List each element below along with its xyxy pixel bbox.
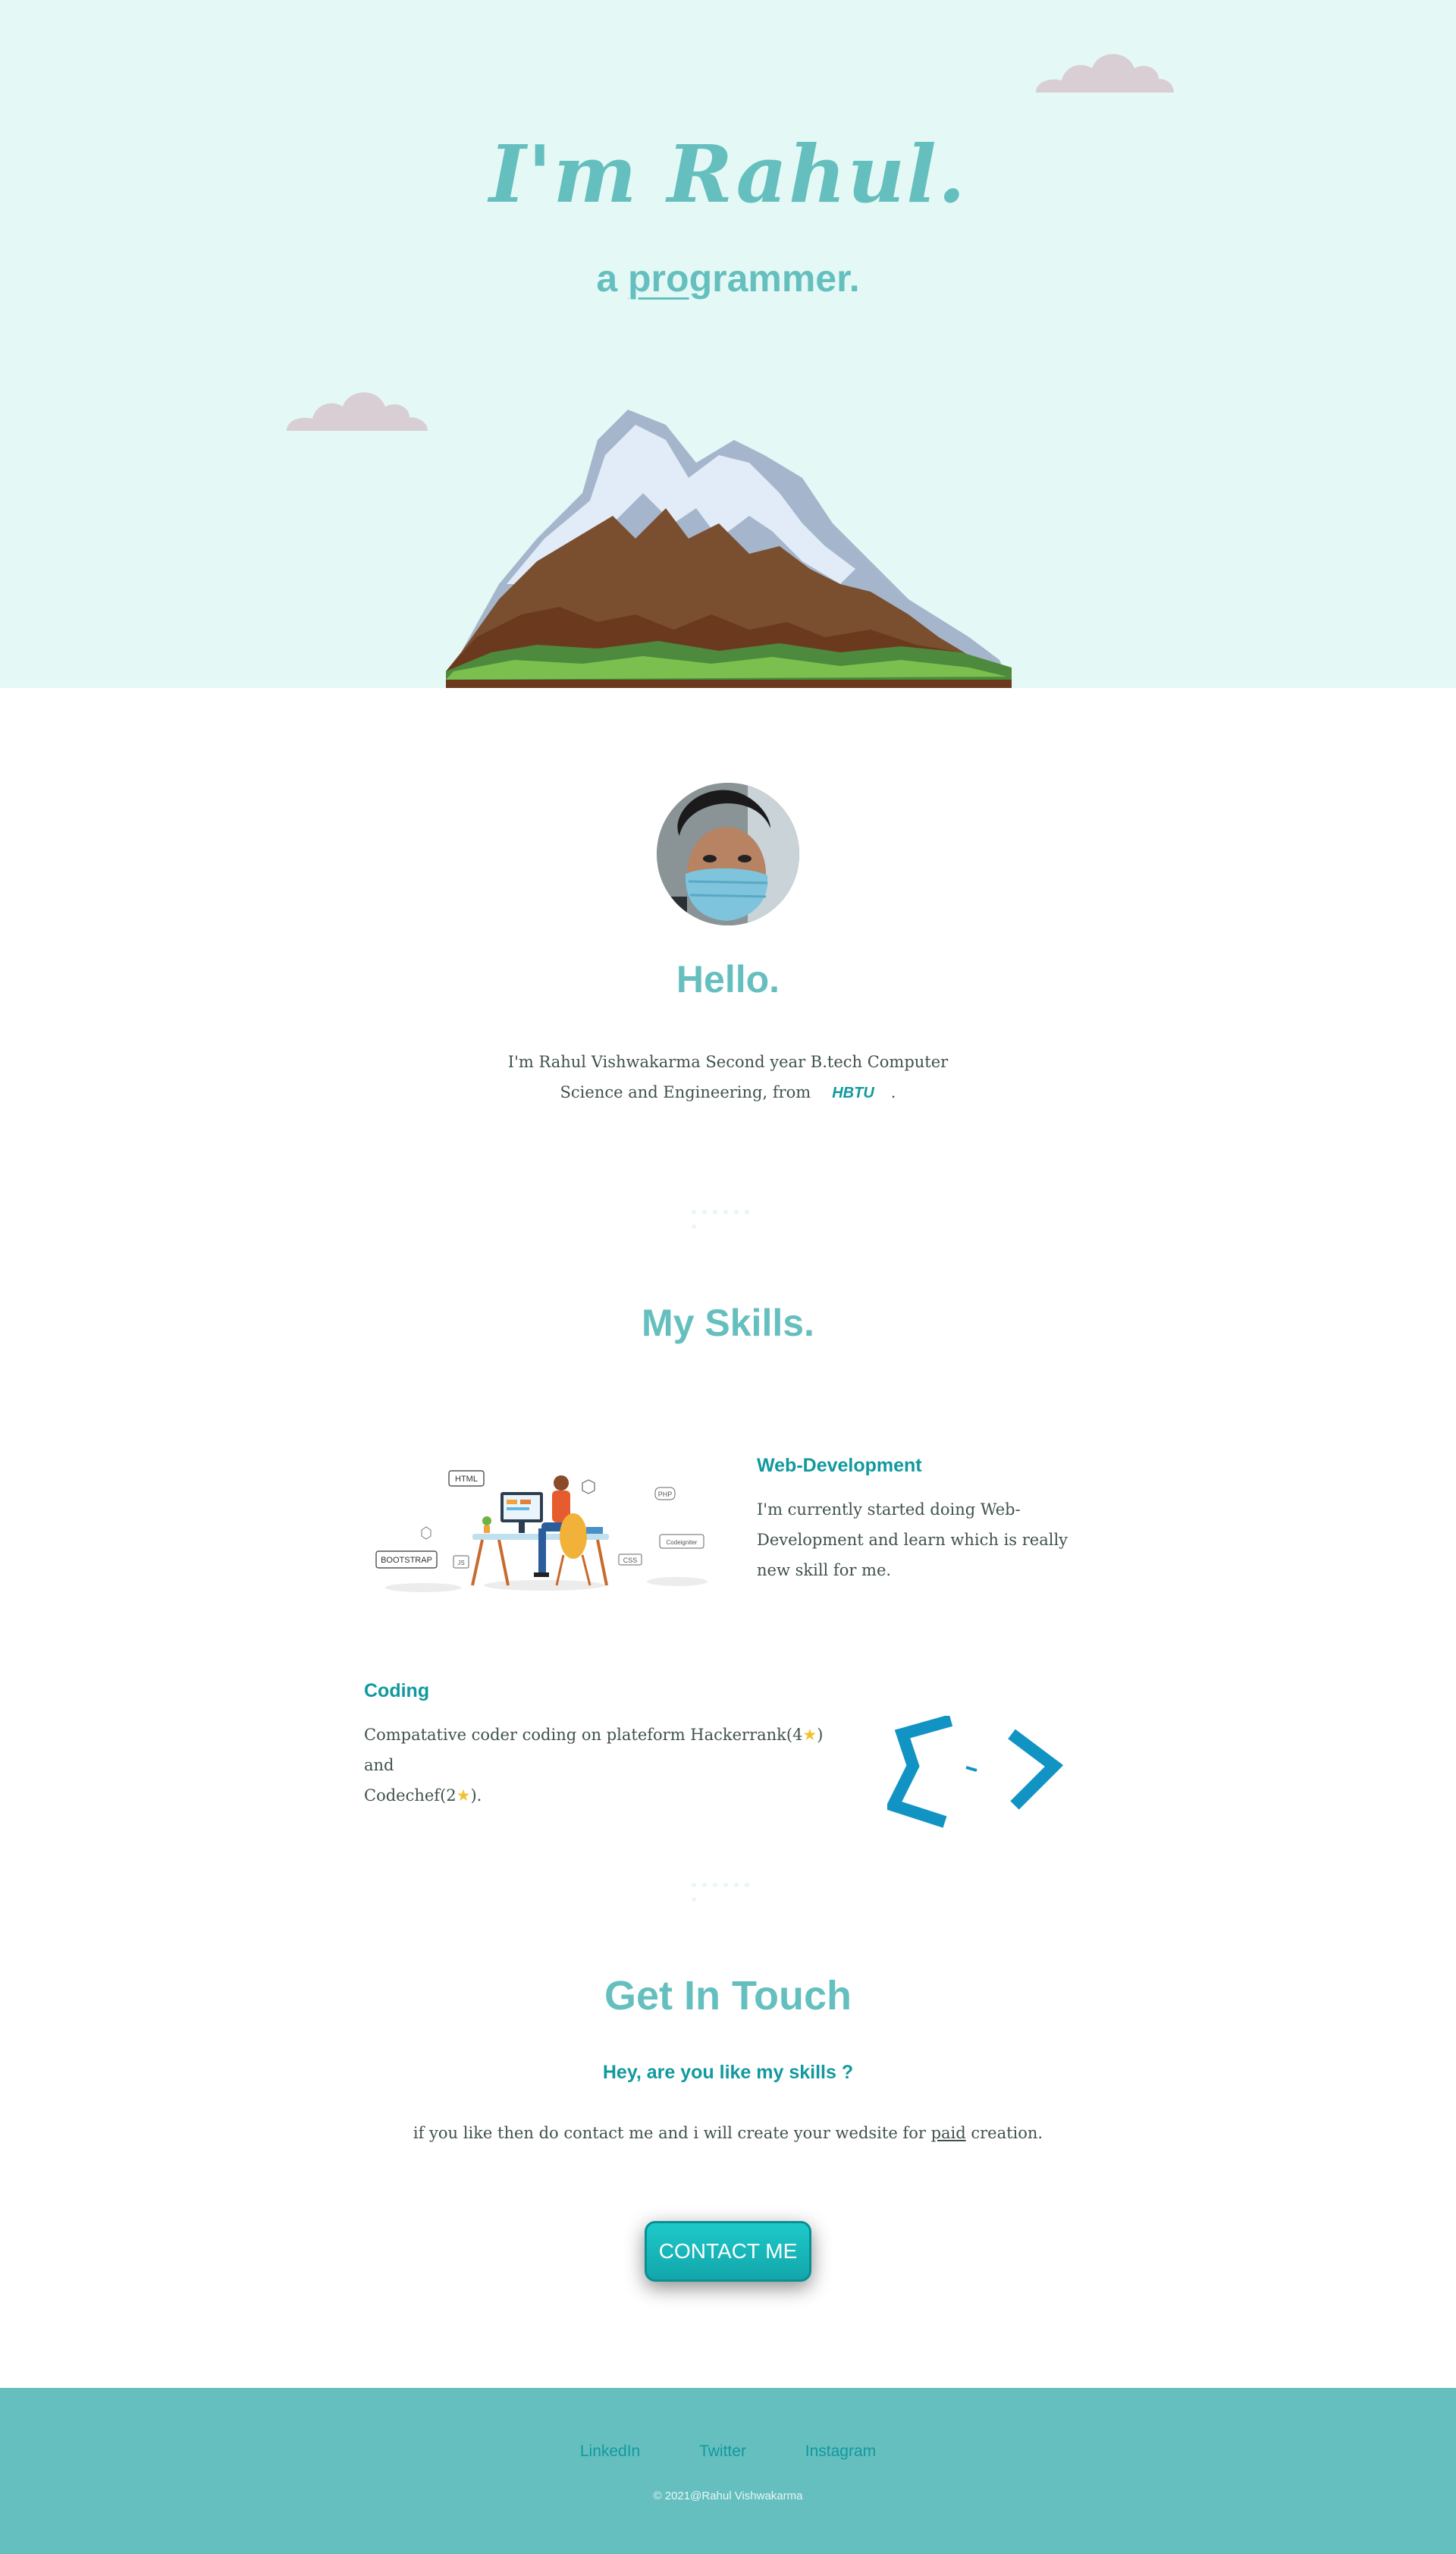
coding-text-d: ). — [470, 1786, 482, 1805]
cloud-icon — [1036, 54, 1174, 93]
contact-text: if you like then do contact me and i wil… — [0, 2124, 1456, 2142]
paid-link: paid — [930, 2124, 966, 2142]
star-icon: ★ — [802, 1726, 817, 1744]
coding-text-c: Codechef(2 — [364, 1786, 457, 1805]
tag-codeigniter: Codeigniter — [667, 1539, 698, 1546]
twitter-link[interactable]: Twitter — [699, 2442, 746, 2460]
web-development-illustration: HTML BOOTSTRAP JS CSS PHP Codeigniter — [375, 1470, 708, 1592]
profile-photo — [657, 783, 799, 925]
subtitle-underlined: pro — [628, 257, 689, 300]
code-brackets-logo — [887, 1716, 1064, 1828]
tag-js: JS — [457, 1560, 464, 1566]
linkedin-link[interactable]: LinkedIn — [580, 2442, 640, 2460]
section-divider — [692, 1876, 764, 1902]
hello-heading: Hello. — [676, 958, 780, 1001]
contact-subheading: Hey, are you like my skills ? — [602, 2062, 854, 2083]
instagram-link[interactable]: Instagram — [805, 2442, 876, 2460]
contact-text-b: creation. — [965, 2124, 1043, 2142]
contact-text-a: if you like then do contact me and i wil… — [413, 2124, 931, 2142]
subtitle-rest: grammer. — [689, 257, 860, 300]
college-name: HBTU — [832, 1085, 874, 1101]
hero-section: I'm Rahul. a programmer. — [0, 0, 1456, 688]
mountain-illustration — [446, 410, 1012, 688]
copyright-text: © 2021@Rahul Vishwakarma — [653, 2490, 803, 2502]
star-icon: ★ — [456, 1786, 471, 1805]
intro-end: . — [890, 1083, 896, 1101]
skill-text-web-development: I'm currently started doing Web-Developm… — [757, 1500, 1068, 1579]
coding-text-a: Compatative coder coding on plateform Ha… — [364, 1726, 803, 1744]
intro-text: I'm Rahul Vishwakarma Second year B.tech… — [500, 1047, 956, 1108]
section-divider — [692, 1203, 764, 1229]
contact-me-button[interactable]: CONTACT ME — [645, 2221, 811, 2282]
skill-title-web-development: Web-Development — [757, 1455, 922, 1476]
intro-line-1: I'm Rahul Vishwakarma Second year B.tech… — [507, 1053, 949, 1071]
footer: LinkedIn Twitter Instagram © 2021@Rahul … — [0, 2388, 1456, 2554]
hero-subtitle: a programmer. — [0, 256, 1456, 300]
hero-title: I'm Rahul. — [489, 127, 967, 221]
subtitle-prefix: a — [596, 257, 629, 300]
skills-heading: My Skills. — [642, 1302, 814, 1344]
skill-text-coding: Compatative coder coding on plateform Ha… — [364, 1720, 849, 1811]
footer-links: LinkedIn Twitter Instagram — [0, 2442, 1456, 2461]
tag-html: HTML — [455, 1475, 478, 1484]
tag-php: PHP — [658, 1491, 673, 1498]
skill-title-coding: Coding — [364, 1680, 430, 1701]
intro-line-2: Science and Engineering, from — [560, 1083, 811, 1101]
cloud-icon — [287, 392, 428, 431]
avatar — [657, 783, 799, 925]
tag-css: CSS — [623, 1557, 638, 1564]
contact-heading: Get In Touch — [604, 1973, 852, 2018]
tag-bootstrap: BOOTSTRAP — [381, 1556, 432, 1565]
